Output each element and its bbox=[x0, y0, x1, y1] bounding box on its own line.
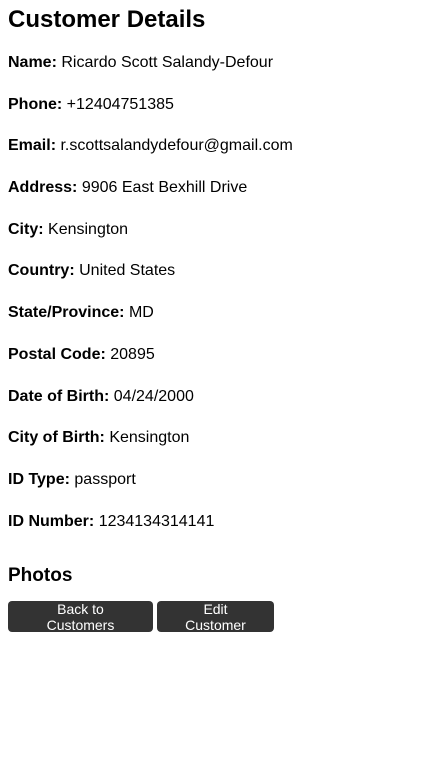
field-label: Name: bbox=[8, 54, 57, 71]
field-city: City: Kensington bbox=[8, 221, 420, 239]
field-name: Name: Ricardo Scott Salandy-Defour bbox=[8, 54, 420, 72]
field-value: 1234134314141 bbox=[98, 512, 215, 530]
field-label: State/Province: bbox=[8, 304, 125, 322]
field-label: Email: bbox=[8, 137, 57, 155]
field-email: Email: r.scottsalandydefour@gmail.com bbox=[8, 137, 420, 155]
field-label: Address: bbox=[8, 179, 78, 197]
customer-details-page: Customer Details Name: Ricardo Scott Sal… bbox=[0, 6, 428, 633]
field-address: Address: 9906 East Bexhill Drive bbox=[8, 179, 420, 197]
field-id-type: ID Type: passport bbox=[8, 471, 420, 489]
field-value: Ricardo Scott Salandy-Defour bbox=[61, 54, 274, 71]
field-label: City of Birth: bbox=[8, 429, 105, 447]
field-label: Postal Code: bbox=[8, 345, 106, 363]
action-buttons: Back to Customers Edit Customer bbox=[8, 600, 420, 633]
field-value: passport bbox=[74, 470, 136, 488]
field-label: Country: bbox=[8, 262, 75, 280]
field-value: 9906 East Bexhill Drive bbox=[81, 179, 248, 197]
photos-heading: Photos bbox=[8, 564, 73, 586]
field-phone: Phone: +12404751385 bbox=[8, 96, 420, 114]
field-value: United States bbox=[79, 262, 176, 280]
field-value: Kensington bbox=[48, 220, 129, 238]
page-title: Customer Details bbox=[8, 6, 206, 33]
field-label: Date of Birth: bbox=[8, 387, 110, 405]
field-label: City: bbox=[8, 220, 44, 238]
field-value: r.scottsalandydefour@gmail.com bbox=[60, 137, 293, 155]
field-value: Kensington bbox=[109, 429, 190, 447]
edit-customer-button[interactable]: Edit Customer bbox=[157, 600, 274, 633]
field-label: Phone: bbox=[8, 95, 63, 113]
field-city-of-birth: City of Birth: Kensington bbox=[8, 429, 420, 447]
field-state-province: State/Province: MD bbox=[8, 304, 420, 322]
field-value: 20895 bbox=[110, 345, 155, 363]
field-id-number: ID Number: 1234134314141 bbox=[8, 513, 420, 531]
field-value: 04/24/2000 bbox=[113, 387, 194, 405]
back-to-customers-button[interactable]: Back to Customers bbox=[8, 600, 153, 633]
field-value: MD bbox=[128, 304, 154, 322]
field-postal-code: Postal Code: 20895 bbox=[8, 346, 420, 364]
field-country: Country: United States bbox=[8, 262, 420, 280]
customer-fields: Name: Ricardo Scott Salandy-Defour Phone… bbox=[8, 54, 420, 531]
field-date-of-birth: Date of Birth: 04/24/2000 bbox=[8, 388, 420, 406]
field-label: ID Number: bbox=[8, 512, 95, 530]
field-label: ID Type: bbox=[8, 470, 70, 488]
field-value: +12404751385 bbox=[66, 95, 174, 113]
